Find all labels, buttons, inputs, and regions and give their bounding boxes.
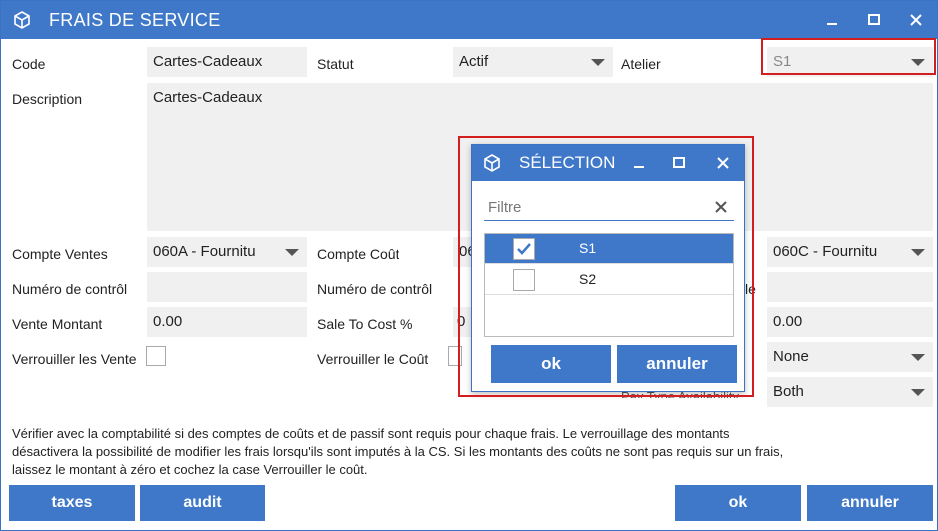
- cube-icon: [14, 11, 30, 29]
- info-note: Vérifier avec la comptabilité si des com…: [12, 426, 784, 477]
- close-button[interactable]: [905, 9, 927, 31]
- numero-controle-passif-field[interactable]: [767, 272, 933, 302]
- statut-select[interactable]: Actif: [453, 47, 613, 77]
- code-field[interactable]: Cartes-Cadeaux: [147, 47, 307, 77]
- window-title: FRAIS DE SERVICE: [49, 10, 221, 30]
- statut-value: Actif: [459, 53, 489, 70]
- chevron-down-icon: [911, 389, 925, 396]
- atelier-label: Atelier: [621, 56, 661, 72]
- chevron-down-icon: [911, 249, 925, 256]
- maximize-button[interactable]: [863, 9, 885, 31]
- verrouiller-cout-label: Verrouiller le Coût: [317, 351, 429, 367]
- compte-ventes-label: Compte Ventes: [12, 246, 108, 262]
- minimize-icon: [827, 23, 837, 25]
- verrouiller-ventes-checkbox[interactable]: [146, 346, 166, 366]
- passif-montant-field[interactable]: 0.00: [767, 307, 933, 337]
- audit-button[interactable]: audit: [140, 485, 265, 521]
- compte-passif-value: 060C - Fournitu: [773, 243, 878, 260]
- statut-label: Statut: [317, 56, 354, 72]
- taxes-button[interactable]: taxes: [9, 485, 135, 521]
- tax-select[interactable]: None: [767, 342, 933, 372]
- numero-controle-ventes-label: Numéro de contrôl: [12, 281, 128, 297]
- pay-type-select[interactable]: Both: [767, 377, 933, 407]
- numero-controle-ventes-field[interactable]: [147, 272, 307, 302]
- code-label: Code: [12, 56, 46, 72]
- compte-ventes-select[interactable]: 060A - Fournitu: [147, 237, 307, 267]
- minimize-button[interactable]: [821, 9, 843, 31]
- sale-to-cost-label: Sale To Cost %: [317, 316, 413, 332]
- pay-type-value: Both: [773, 383, 804, 400]
- service-fee-window: FRAIS DE SERVICE Code Cartes-Cadeaux Sta…: [0, 0, 938, 531]
- tax-select-value: None: [773, 348, 809, 365]
- vente-montant-field[interactable]: 0.00: [147, 307, 307, 337]
- maximize-icon: [868, 14, 880, 25]
- atelier-highlight-box: [761, 38, 936, 75]
- dialog-highlight-box: [458, 136, 754, 397]
- chevron-down-icon: [591, 59, 605, 66]
- vente-montant-label: Vente Montant: [12, 316, 103, 332]
- title-bar: FRAIS DE SERVICE: [1, 1, 937, 39]
- numero-controle-cout-label: Numéro de contrôl: [317, 281, 433, 297]
- chevron-down-icon: [911, 354, 925, 361]
- chevron-down-icon: [285, 249, 299, 256]
- compte-cout-label: Compte Coût: [317, 246, 400, 262]
- close-icon: [910, 14, 922, 26]
- ok-button[interactable]: ok: [675, 485, 801, 521]
- verrouiller-ventes-label: Verrouiller les Vente: [12, 351, 137, 367]
- description-label: Description: [12, 91, 83, 107]
- compte-passif-select[interactable]: 060C - Fournitu: [767, 237, 933, 267]
- annuler-button[interactable]: annuler: [807, 485, 933, 521]
- compte-ventes-value: 060A - Fournitu: [153, 243, 256, 260]
